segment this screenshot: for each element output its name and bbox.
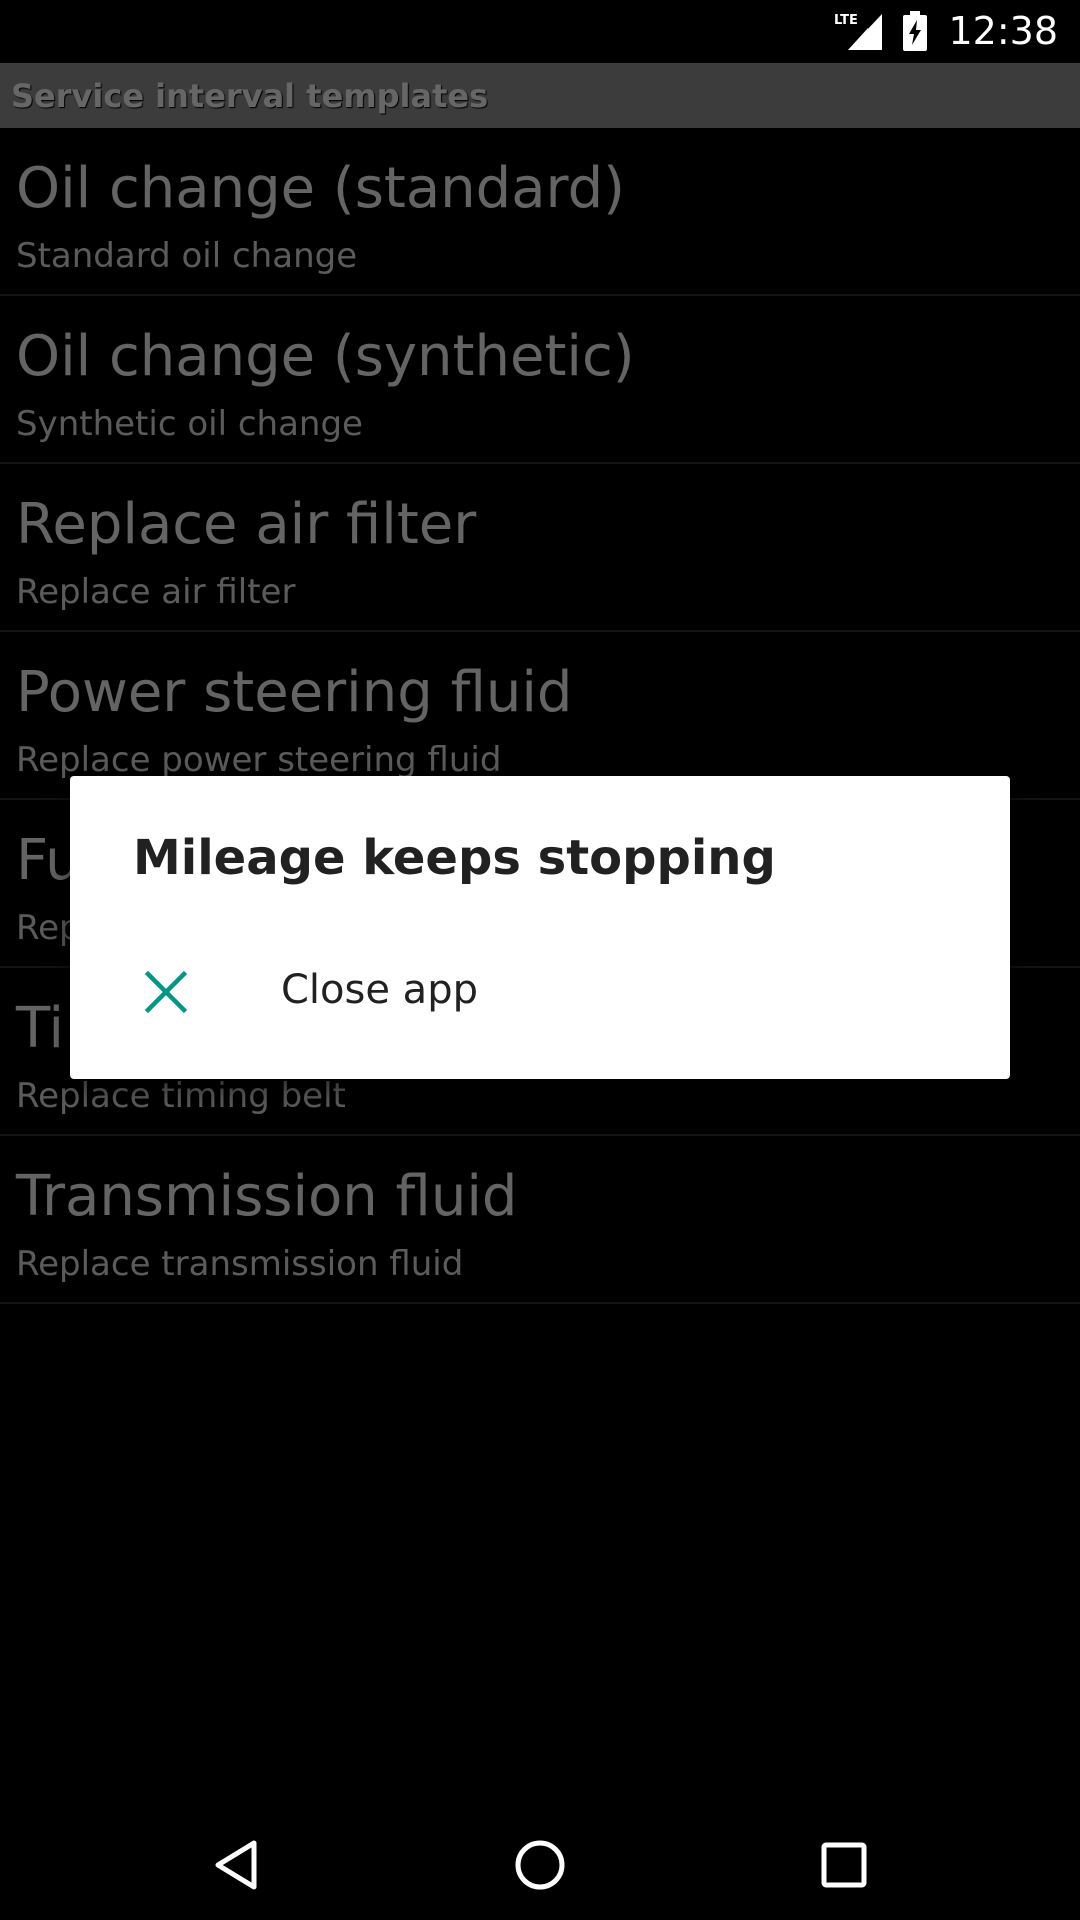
list-item-title: Replace air filter [16,492,477,557]
template-list: Oil change (standard) Standard oil chang… [0,128,1080,1304]
list-item-title: Oil change (synthetic) [16,324,635,389]
list-item-subtitle: Replace air filter [16,572,296,612]
home-button[interactable] [480,1810,600,1920]
status-bar: LTE 12:38 [0,0,1080,63]
list-item-subtitle: Replace power steering fluid [16,740,502,780]
lte-signal-icon: LTE [834,13,883,50]
back-button[interactable] [176,1810,296,1920]
recents-button[interactable] [784,1810,904,1920]
screen: LTE 12:38 Service interval templates Oil… [0,0,1080,1920]
list-item-subtitle: Synthetic oil change [16,404,363,444]
close-app-button[interactable]: Close app [70,942,1010,1052]
close-icon [144,970,188,1014]
home-icon [515,1840,565,1890]
list-item-title: Ti [16,996,65,1061]
app-crash-dialog: Mileage keeps stopping Close app [70,776,1010,1079]
dialog-title: Mileage keeps stopping [133,830,776,886]
status-time: 12:38 [948,9,1058,53]
list-item[interactable]: Transmission fluid Replace transmission … [0,1136,1080,1304]
navigation-bar [0,1810,1080,1920]
list-item-subtitle: Replace timing belt [16,1076,346,1116]
page-title: Service interval templates [11,76,489,115]
list-item-subtitle: Replace transmission fluid [16,1244,464,1284]
app-titlebar: Service interval templates [0,63,1080,128]
list-item-title: Transmission fluid [16,1164,518,1229]
recents-icon [821,1842,867,1888]
status-icons: LTE 12:38 [834,8,1058,54]
list-item[interactable]: Power steering fluid Replace power steer… [0,632,1080,800]
list-item-subtitle: Standard oil change [16,236,358,276]
list-item[interactable]: Replace air filter Replace air filter [0,464,1080,632]
lte-label: LTE [834,13,858,28]
list-item-title: Oil change (standard) [16,156,625,221]
list-item[interactable]: Oil change (standard) Standard oil chang… [0,128,1080,296]
close-app-label: Close app [281,967,478,1013]
list-item-title: Power steering fluid [16,660,573,725]
back-icon [215,1840,257,1890]
battery-charging-icon [903,11,928,51]
list-item[interactable]: Oil change (synthetic) Synthetic oil cha… [0,296,1080,464]
